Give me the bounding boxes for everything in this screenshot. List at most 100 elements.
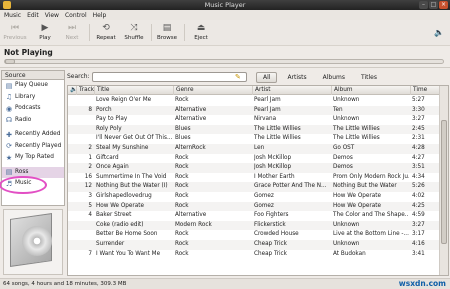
cell-artist: Pearl Jam xyxy=(254,97,281,103)
repeat-label: Repeat xyxy=(96,35,116,41)
library-icon: ♫ xyxy=(5,93,13,102)
cell-time: 3:27 xyxy=(412,221,425,228)
volume-icon[interactable]: 🔈 xyxy=(434,28,444,37)
cell-title: Summertime In The Void xyxy=(96,173,167,180)
browse-label: Browse xyxy=(156,35,178,41)
cell-title: Better Be Home Soon xyxy=(96,231,158,238)
column-header-artist[interactable]: Artist xyxy=(253,86,332,95)
sidebar-item-library[interactable]: ♫ Library xyxy=(2,92,64,104)
table-row[interactable]: 12 Nothing But the Water (I) Rock Grace Pot… xyxy=(68,182,440,192)
column-header-title[interactable]: Title xyxy=(95,86,174,95)
previous-button[interactable]: ⏮ Previous xyxy=(2,22,28,44)
menu-music[interactable]: Music xyxy=(4,12,21,19)
table-row[interactable]: Coke (radio edit) Modern Rock Flickerstick… xyxy=(68,220,440,231)
sidebar-item-label: My Top Rated xyxy=(15,154,54,160)
sidebar-item-recently-played[interactable]: ⟳ Recently Played xyxy=(2,141,64,153)
table-row[interactable]: 2 Once Again Rock Josh McKillop Demos 3:51 xyxy=(68,163,440,173)
next-button[interactable]: ⏭ Next xyxy=(59,22,85,44)
seek-slider[interactable] xyxy=(4,59,444,64)
table-row[interactable]: 2 Steal My Sunshine AlternRock Len Go OST 4:2… xyxy=(68,143,440,154)
browse-button[interactable]: ▤ Browse xyxy=(154,22,180,44)
app-icon xyxy=(3,1,11,9)
sidebar-item-label: Recently Added xyxy=(15,131,61,137)
podcast-icon: ◉ xyxy=(5,104,13,113)
column-header-time[interactable]: Time xyxy=(411,86,440,95)
sidebar-item-my-top-rated[interactable]: ★ My Top Rated xyxy=(2,152,64,164)
cell-genre: Rock xyxy=(175,97,189,103)
search-filters: All Artists Albums Titles xyxy=(256,71,383,83)
cell-album: The Little Willies xyxy=(333,125,380,132)
filter-all-button[interactable]: All xyxy=(256,71,278,83)
eject-button[interactable]: ⏏ Eject xyxy=(188,22,214,44)
sidebar-item-radio[interactable]: ☊ Radio xyxy=(2,115,64,127)
cell-album: Prom Only Modern Rock Ju... xyxy=(333,173,409,180)
repeat-button[interactable]: ⟲ Repeat xyxy=(93,22,119,44)
table-row[interactable]: I'll Never Get Out Of This... Blues The Li… xyxy=(68,134,440,144)
sidebar-item-ross[interactable]: ▤ Ross xyxy=(2,166,64,178)
cell-genre: Modern Rock xyxy=(175,221,212,228)
table-row[interactable]: Surrender Rock Cheap Trick Unknown 4:16 xyxy=(68,239,440,250)
filter-titles-button[interactable]: Titles xyxy=(355,73,383,82)
table-row[interactable]: Pay to Play Alternative Nirvana Unknown 3:27 xyxy=(68,115,440,125)
shuffle-button[interactable]: ⤨ Shuffle xyxy=(121,22,147,44)
cell-time: 3:17 xyxy=(412,231,425,238)
vertical-scrollbar[interactable] xyxy=(439,86,448,275)
cell-artist: Grace Potter And The N... xyxy=(254,183,327,190)
cell-artist: Len xyxy=(254,144,265,151)
table-row[interactable]: 3 Girlshapedlovedrug Rock Gomez How We Opera… xyxy=(68,192,440,202)
source-header[interactable]: Source xyxy=(1,70,65,80)
seek-thumb[interactable] xyxy=(5,59,15,64)
table-row[interactable]: Roly Poly Blues The Little Willies The Litt… xyxy=(68,124,440,135)
play-icon: ▶ xyxy=(41,23,49,33)
menu-help[interactable]: Help xyxy=(93,12,107,19)
cell-genre: Blues xyxy=(175,135,191,142)
cell-album: How We Operate xyxy=(333,202,381,209)
maximize-button[interactable]: □ xyxy=(429,1,438,9)
table-row[interactable]: Love Reign O'er Me Rock Pearl Jam Unknown 5:… xyxy=(68,96,440,106)
cell-track: 2 xyxy=(88,144,92,151)
cell-genre: Alternative xyxy=(175,212,207,219)
sidebar-item-play-queue[interactable]: ▤ Play Queue xyxy=(2,80,64,92)
column-header-status[interactable]: 🔈 xyxy=(68,86,77,95)
filter-artists-button[interactable]: Artists xyxy=(281,73,312,82)
shuffle-label: Shuffle xyxy=(124,35,144,41)
top-rated-icon: ★ xyxy=(5,153,13,162)
cell-genre: Blues xyxy=(175,125,191,132)
menu-control[interactable]: Control xyxy=(65,12,87,19)
cell-time: 3:30 xyxy=(412,106,425,113)
menu-view[interactable]: View xyxy=(45,12,59,19)
cell-artist: Foo Fighters xyxy=(254,212,289,219)
table-row[interactable]: 8 Porch Alternative Pearl Jam Ten 3:30 xyxy=(68,105,440,116)
cell-time: 4:28 xyxy=(412,144,425,151)
cell-title: Girlshapedlovedrug xyxy=(96,192,152,199)
cell-artist: Flickerstick xyxy=(254,221,286,228)
close-button[interactable]: × xyxy=(439,1,448,9)
table-row[interactable]: 16 Summertime In The Void Rock I Mother Ear… xyxy=(68,173,440,183)
sidebar-item-podcasts[interactable]: ◉ Podcasts xyxy=(2,103,64,115)
table-row[interactable]: 1 Giftcard Rock Josh McKillop Demos 4:27 xyxy=(68,154,440,164)
filter-albums-button[interactable]: Albums xyxy=(317,73,351,82)
cell-album: Go OST xyxy=(333,144,355,151)
play-button[interactable]: ▶ Play xyxy=(32,22,58,44)
table-row[interactable]: Better Be Home Soon Rock Crowded House Live… xyxy=(68,230,440,240)
cell-track: 4 xyxy=(88,212,92,219)
column-header-album[interactable]: Album xyxy=(332,86,411,95)
cell-title: Porch xyxy=(96,106,112,113)
cell-artist: Pearl Jam xyxy=(254,106,281,113)
search-input[interactable] xyxy=(92,72,247,82)
column-header-genre[interactable]: Genre xyxy=(174,86,253,95)
sidebar-item-music[interactable]: ♬ Music xyxy=(2,178,64,190)
table-row[interactable]: 4 Baker Street Alternative Foo Fighters The … xyxy=(68,211,440,221)
sidebar-item-recently-added[interactable]: ✚ Recently Added xyxy=(2,129,64,141)
menu-edit[interactable]: Edit xyxy=(27,12,39,19)
cell-title: How We Operate xyxy=(96,202,144,209)
next-label: Next xyxy=(65,35,79,41)
title-bar[interactable]: Music Player – □ × xyxy=(0,0,450,10)
cell-genre: Rock xyxy=(175,192,189,199)
minimize-button[interactable]: – xyxy=(419,1,428,9)
table-row[interactable]: 7 I Want You To Want Me Rock Cheap Trick At … xyxy=(68,250,440,260)
table-row[interactable]: 5 How We Operate Rock Gomez How We Operate 4:… xyxy=(68,201,440,212)
clear-search-icon[interactable]: ✎ xyxy=(235,72,241,82)
scrollbar-thumb[interactable] xyxy=(441,120,447,244)
column-header-track[interactable]: Track xyxy=(77,86,95,95)
